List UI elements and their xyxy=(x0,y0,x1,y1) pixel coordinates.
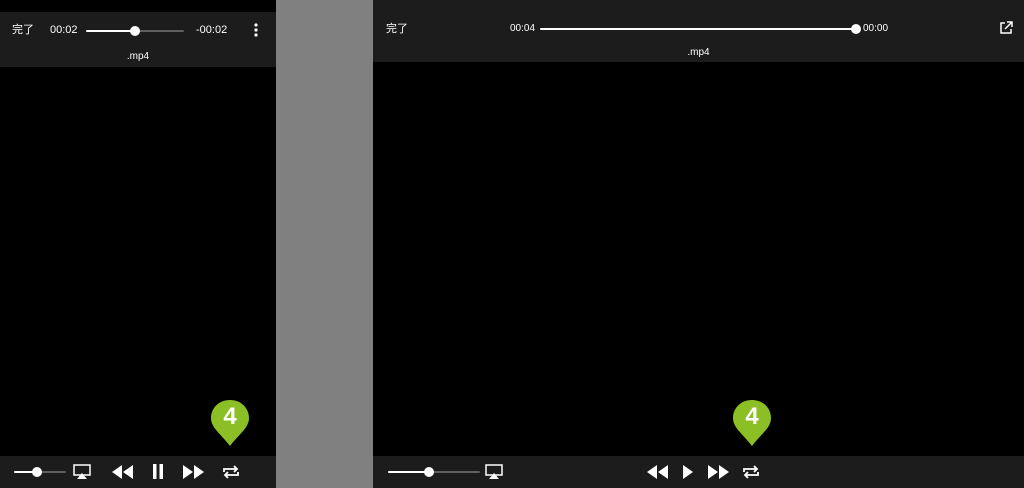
pause-icon[interactable] xyxy=(152,463,164,480)
callout-number: 4 xyxy=(223,403,237,430)
remaining-time: 00:00 xyxy=(863,23,889,34)
callout-number: 4 xyxy=(745,403,759,430)
play-icon[interactable] xyxy=(682,464,694,480)
right-bottom-bar xyxy=(373,456,1024,488)
done-button[interactable]: 完了 xyxy=(386,22,408,36)
volume-slider-thumb[interactable] xyxy=(32,467,43,477)
seek-slider-thumb[interactable] xyxy=(130,26,140,36)
step-callout-badge: 4 xyxy=(731,398,773,448)
seek-slider[interactable] xyxy=(540,24,861,34)
repeat-icon[interactable] xyxy=(741,462,761,482)
filename-label: .mp4 xyxy=(126,51,150,62)
done-button[interactable]: 完了 xyxy=(12,23,34,37)
right-video-player: 完了 00:04 00:00 .mp4 4 xyxy=(373,0,1024,488)
more-vertical-icon[interactable] xyxy=(252,22,260,38)
remaining-time: -00:02 xyxy=(196,24,228,36)
fast-forward-icon[interactable] xyxy=(181,464,205,480)
rewind-icon[interactable] xyxy=(646,464,670,480)
filename-label: .mp4 xyxy=(687,47,710,58)
seek-slider[interactable] xyxy=(86,26,184,36)
volume-slider-thumb[interactable] xyxy=(424,467,435,477)
left-top-bar: 完了 00:02 -00:02 .mp4 xyxy=(0,12,276,67)
volume-slider[interactable] xyxy=(388,467,480,477)
repeat-icon[interactable] xyxy=(221,462,241,482)
left-bottom-bar xyxy=(0,456,276,488)
volume-slider-fill xyxy=(388,471,430,473)
fast-forward-icon[interactable] xyxy=(706,464,730,480)
elapsed-time: 00:04 xyxy=(510,23,536,34)
open-external-icon[interactable] xyxy=(999,21,1013,35)
rewind-icon[interactable] xyxy=(111,464,135,480)
right-top-bar: 完了 00:04 00:00 .mp4 xyxy=(373,0,1024,62)
volume-slider[interactable] xyxy=(14,467,66,477)
seek-slider-fill xyxy=(540,28,856,30)
airplay-icon[interactable] xyxy=(485,464,503,480)
airplay-icon[interactable] xyxy=(73,464,91,480)
seek-slider-thumb[interactable] xyxy=(851,24,861,34)
step-callout-badge: 4 xyxy=(209,398,251,448)
elapsed-time: 00:02 xyxy=(50,24,78,36)
left-video-player: 完了 00:02 -00:02 .mp4 4 xyxy=(0,0,276,488)
seek-slider-fill xyxy=(86,30,135,32)
